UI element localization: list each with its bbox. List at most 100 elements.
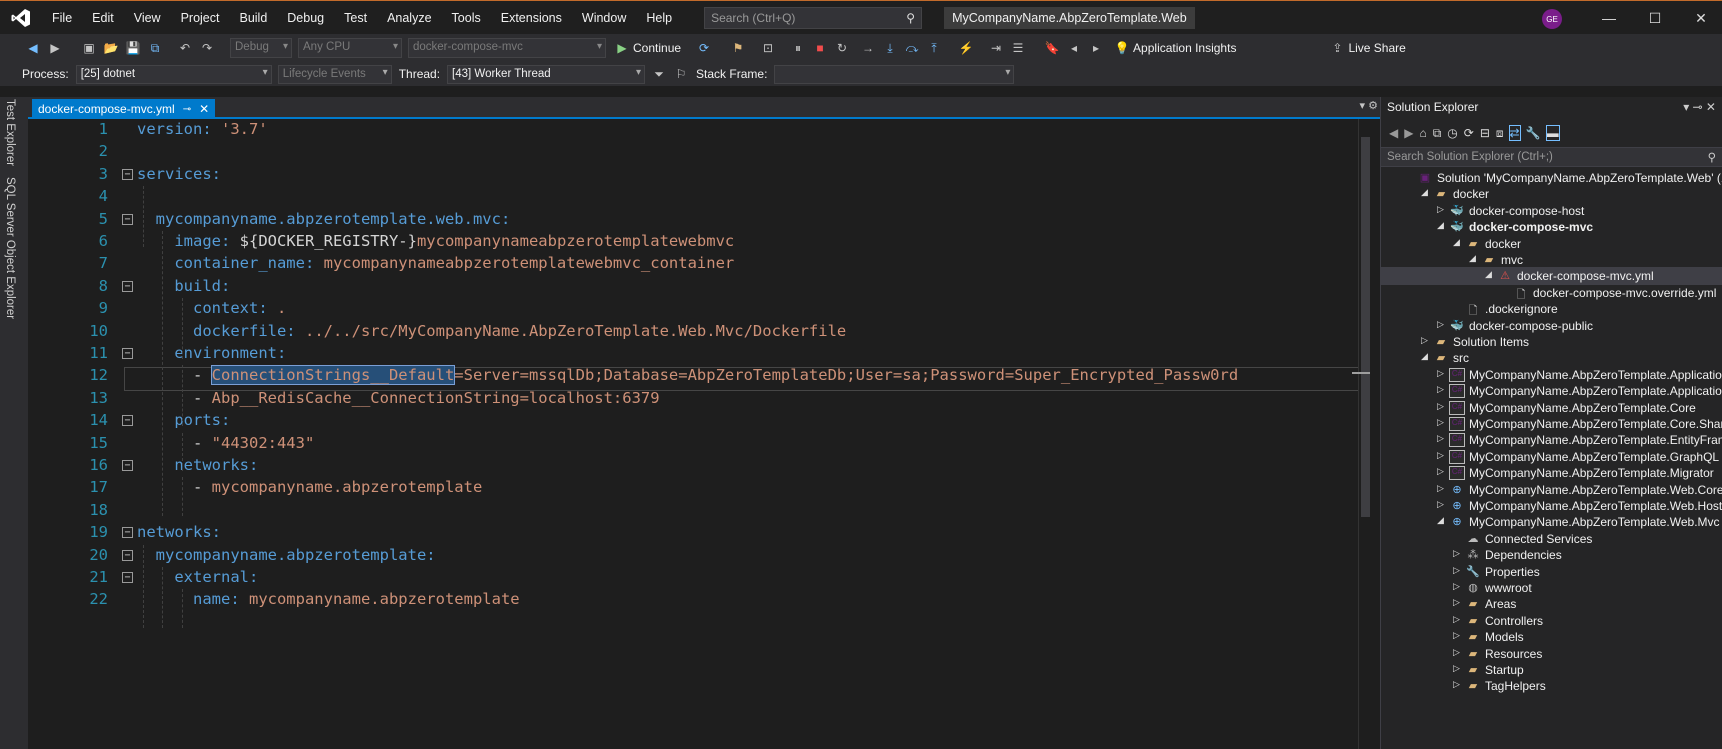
tree-item[interactable]: ◢ ▰ mvc [1381, 251, 1722, 269]
code-line[interactable]: 11 − environment: [28, 341, 1358, 365]
filter-icon[interactable]: ⏷ [650, 64, 668, 84]
live-share-button[interactable]: Live Share [1348, 41, 1405, 55]
tree-item[interactable]: ◢ ▰ src [1381, 349, 1722, 367]
continue-play-icon[interactable]: ▶ [613, 38, 631, 58]
redo-icon[interactable]: ↷ [198, 38, 216, 58]
menu-item-edit[interactable]: Edit [82, 11, 124, 25]
collapse-icon[interactable]: − [122, 572, 133, 583]
collapsed-chevron-icon[interactable]: ▷ [1437, 368, 1447, 379]
sync-active-document-icon[interactable]: ⇄ [1508, 125, 1521, 141]
code-line[interactable]: 15 - "44302:443" [28, 431, 1358, 455]
code-line[interactable]: 12 - ConnectionStrings__Default=Server=m… [28, 363, 1358, 387]
menu-item-debug[interactable]: Debug [277, 11, 334, 25]
collapsed-chevron-icon[interactable]: ▷ [1453, 679, 1463, 690]
collapsed-chevron-icon[interactable]: ▷ [1437, 499, 1447, 510]
restart-icon[interactable]: ↻ [833, 38, 851, 58]
lifecycle-events-select[interactable]: Lifecycle Events [277, 64, 392, 84]
expanded-chevron-icon[interactable]: ◢ [1453, 237, 1463, 248]
sql-server-object-explorer-tab[interactable]: SQL Server Object Explorer [4, 177, 16, 319]
tree-item[interactable]: ▷ C# MyCompanyName.AbpZeroTemplate.Applica… [1381, 366, 1722, 384]
expanded-chevron-icon[interactable]: ◢ [1421, 187, 1431, 198]
code-line[interactable]: 17 - mycompanyname.abpzerotemplate [28, 475, 1358, 499]
tree-item[interactable]: ◢ ⚠ docker-compose-mvc.yml [1381, 267, 1722, 286]
avatar[interactable]: GE [1542, 9, 1562, 29]
tree-item[interactable]: ▷ ▰ Solution Items [1381, 333, 1722, 351]
code-line[interactable]: 5 − mycompanyname.abpzerotemplate.web.mvc… [28, 207, 1358, 231]
collapsed-chevron-icon[interactable]: ▷ [1453, 614, 1463, 625]
solution-explorer-search[interactable]: Search Solution Explorer (Ctrl+;) ⚲ [1381, 147, 1722, 167]
collapse-icon[interactable]: − [122, 280, 133, 292]
tree-item[interactable]: ▷ 🔧 Properties [1381, 563, 1722, 581]
tree-item[interactable]: ▷ 🐳 docker-compose-public [1381, 317, 1722, 335]
tree-item[interactable]: ▷ ▰ TagHelpers [1381, 677, 1722, 695]
code-line[interactable]: 4 [28, 184, 1358, 208]
tree-item[interactable]: ◢ ▰ docker [1381, 235, 1722, 253]
show-all-files-icon[interactable]: ⧈ [1496, 126, 1504, 141]
collapsed-chevron-icon[interactable]: ▷ [1437, 401, 1447, 412]
tree-item[interactable]: ▷ ▰ Controllers [1381, 612, 1722, 630]
collapsed-chevron-icon[interactable]: ▷ [1453, 597, 1463, 608]
new-project-icon[interactable]: ▣ [80, 38, 98, 58]
tree-item[interactable]: ▷ C# MyCompanyName.AbpZeroTemplate.Core.Sh… [1381, 415, 1722, 433]
collapsed-chevron-icon[interactable]: ▷ [1437, 384, 1447, 395]
navigate-forward-icon[interactable]: ▶ [46, 38, 64, 58]
maximize-icon[interactable]: ☐ [1632, 10, 1678, 27]
collapsed-chevron-icon[interactable]: ▷ [1453, 581, 1463, 592]
tree-item[interactable]: ▷ C# MyCompanyName.AbpZeroTemplate.Core [1381, 399, 1722, 417]
collapse-all-icon[interactable]: ⊟ [1480, 126, 1490, 140]
document-tab[interactable]: docker-compose-mvc.yml ⊸ ✕ [32, 99, 216, 119]
step-over-icon[interactable]: ⤼ [903, 38, 921, 58]
minimize-icon[interactable]: — [1586, 10, 1632, 26]
expanded-chevron-icon[interactable]: ◢ [1485, 269, 1495, 280]
tree-item[interactable]: ▷ ⁂ Dependencies [1381, 546, 1722, 564]
tree-item[interactable]: ◢ 🐳 docker-compose-mvc [1381, 218, 1722, 236]
collapse-icon[interactable]: − [122, 348, 133, 359]
expanded-chevron-icon[interactable]: ◢ [1469, 253, 1479, 264]
code-line[interactable]: 19 − networks: [28, 520, 1358, 544]
tree-item[interactable]: ▷ C# MyCompanyName.AbpZeroTemplate.GraphQL [1381, 448, 1722, 466]
switch-views-icon[interactable]: ⧉ [1433, 126, 1442, 141]
save-all-icon[interactable]: ⧉ [146, 38, 164, 58]
expanded-chevron-icon[interactable]: ◢ [1437, 515, 1447, 526]
continue-button[interactable]: Continue [633, 41, 681, 55]
process-select[interactable]: [25] dotnet [75, 64, 272, 84]
code-line[interactable]: 7 container_name: mycompanynameabpzerote… [28, 251, 1358, 275]
hot-reload-icon[interactable]: ⟳ [695, 38, 713, 58]
bookmark-prev-icon[interactable]: ◂ [1065, 38, 1083, 58]
collapsed-chevron-icon[interactable]: ▷ [1453, 663, 1463, 674]
collapsed-chevron-icon[interactable]: ▷ [1453, 647, 1463, 658]
collapse-icon[interactable]: − [122, 549, 133, 561]
tree-item[interactable]: ▷ C# MyCompanyName.AbpZeroTemplate.EntityF… [1381, 431, 1722, 449]
menu-item-file[interactable]: File [42, 11, 82, 25]
tree-item[interactable]: ◢ ⊕ MyCompanyName.AbpZeroTemplate.Web.Mvc [1381, 513, 1722, 531]
startup-project-select[interactable]: docker-compose-mvc [408, 38, 606, 58]
collapsed-chevron-icon[interactable]: ▷ [1453, 565, 1463, 576]
code-line[interactable]: 3 − services: [28, 162, 1358, 186]
code-line[interactable]: 14 − ports: [28, 408, 1358, 432]
menu-item-analyze[interactable]: Analyze [377, 11, 441, 25]
application-insights-icon[interactable]: 💡 [1113, 38, 1131, 58]
menu-item-tools[interactable]: Tools [442, 11, 491, 25]
home-icon[interactable]: ⌂ [1419, 126, 1426, 140]
preview-selected-icon[interactable]: ▬ [1545, 125, 1560, 141]
pending-changes-icon[interactable]: ◷ [1447, 126, 1457, 140]
thread-select[interactable]: [43] Worker Thread [447, 64, 646, 84]
tab-close-icon[interactable]: ✕ [199, 102, 209, 116]
collapsed-chevron-icon[interactable]: ▷ [1437, 483, 1447, 494]
collapsed-chevron-icon[interactable]: ▷ [1421, 335, 1431, 346]
menu-item-help[interactable]: Help [636, 11, 682, 25]
menu-item-build[interactable]: Build [229, 11, 277, 25]
solution-platform-select[interactable]: Any CPU [298, 38, 402, 58]
tab-overflow-icon[interactable]: ▾ ⚙ [1360, 99, 1378, 112]
expanded-chevron-icon[interactable]: ◢ [1421, 351, 1431, 362]
code-line[interactable]: 1 version: '3.7' [28, 117, 1358, 141]
code-line[interactable]: 6 image: ${DOCKER_REGISTRY-}mycompanynam… [28, 229, 1358, 253]
tree-item[interactable]: ☁ Connected Services [1381, 530, 1722, 548]
menu-item-window[interactable]: Window [572, 11, 636, 25]
code-line[interactable]: 20 − mycompanyname.abpzerotemplate: [28, 543, 1358, 567]
collapsed-chevron-icon[interactable]: ▷ [1453, 548, 1463, 559]
tree-item[interactable]: ▷ ⊕ MyCompanyName.AbpZeroTemplate.Web.Host [1381, 497, 1722, 515]
scrollbar-thumb[interactable] [1361, 137, 1370, 517]
forward-icon[interactable]: ▶ [1404, 126, 1413, 140]
undo-icon[interactable]: ↶ [176, 38, 194, 58]
